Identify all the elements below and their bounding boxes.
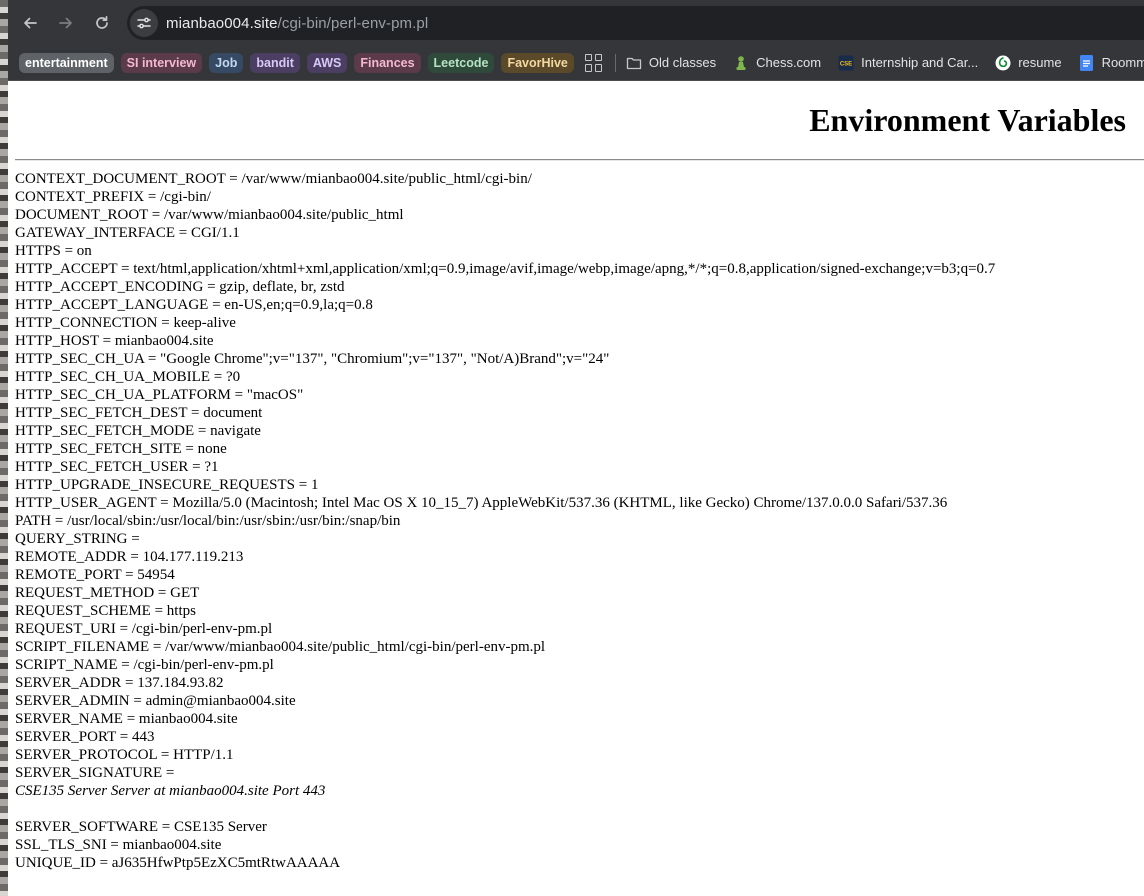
env-var-list: CONTEXT_DOCUMENT_ROOT = /var/www/mianbao… bbox=[15, 170, 995, 872]
bookmark-resume[interactable]: resume bbox=[995, 55, 1062, 71]
env-var-line: HTTP_SEC_FETCH_USER = ?1 bbox=[15, 459, 219, 475]
url-text[interactable]: mianbao004.site/cgi-bin/perl-env-pm.pl bbox=[166, 15, 428, 32]
bookmark-chip-si-interview[interactable]: SI interview bbox=[120, 52, 203, 73]
bookmark-chip-leetcode[interactable]: Leetcode bbox=[427, 52, 495, 73]
env-var-line: HTTP_USER_AGENT = Mozilla/5.0 (Macintosh… bbox=[15, 495, 948, 511]
bookmarks-bar: entertainment SI interview Job bandit AW… bbox=[0, 45, 1144, 81]
env-var-line: SERVER_PORT = 443 bbox=[15, 729, 155, 745]
env-var-line: CONTEXT_DOCUMENT_ROOT = /var/www/mianbao… bbox=[15, 171, 532, 187]
env-var-line: HTTP_SEC_CH_UA_MOBILE = ?0 bbox=[15, 369, 241, 385]
url-path: /cgi-bin/perl-env-pm.pl bbox=[277, 14, 429, 32]
tune-icon bbox=[137, 17, 151, 29]
cse-logo-icon: CSE bbox=[838, 55, 854, 71]
back-button[interactable] bbox=[15, 8, 45, 38]
env-var-line: REMOTE_ADDR = 104.177.119.213 bbox=[15, 549, 244, 565]
bookmark-chip-finances[interactable]: Finances bbox=[354, 52, 421, 73]
google-docs-icon bbox=[1079, 54, 1095, 71]
bookmark-label: Roomma bbox=[1101, 55, 1144, 70]
env-var-line: SCRIPT_FILENAME = /var/www/mianbao004.si… bbox=[15, 639, 546, 655]
env-var-line: HTTP_SEC_FETCH_SITE = none bbox=[15, 441, 227, 457]
bookmark-internship[interactable]: CSE Internship and Car... bbox=[838, 55, 978, 71]
env-var-line: REMOTE_PORT = 54954 bbox=[15, 567, 175, 583]
bookmark-roommates[interactable]: Roomma bbox=[1079, 54, 1144, 71]
env-var-line: SSL_TLS_SNI = mianbao004.site bbox=[15, 837, 222, 853]
env-var-line: SERVER_PROTOCOL = HTTP/1.1 bbox=[15, 747, 234, 763]
env-var-line: HTTP_SEC_FETCH_MODE = navigate bbox=[15, 423, 261, 439]
env-var-line: SERVER_SOFTWARE = CSE135 Server bbox=[15, 819, 267, 835]
env-var-line: HTTP_ACCEPT_LANGUAGE = en-US,en;q=0.9,la… bbox=[15, 297, 373, 313]
env-var-line: REQUEST_SCHEME = https bbox=[15, 603, 196, 619]
url-host: mianbao004.site bbox=[166, 14, 278, 32]
env-var-line: HTTP_ACCEPT = text/html,application/xhtm… bbox=[15, 261, 996, 277]
svg-text:CSE: CSE bbox=[840, 61, 852, 67]
overleaf-icon bbox=[995, 55, 1011, 71]
reload-button[interactable] bbox=[87, 8, 117, 38]
bookmark-chip-entertainment[interactable]: entertainment bbox=[19, 52, 114, 73]
env-var-line: SERVER_ADMIN = admin@mianbao004.site bbox=[15, 693, 296, 709]
chess-pawn-icon bbox=[733, 55, 749, 71]
bookmark-chip-job[interactable]: Job bbox=[209, 52, 244, 73]
desktop-background-strip bbox=[0, 0, 8, 896]
bookmarks-separator bbox=[614, 53, 616, 72]
env-var-line: HTTP_HOST = mianbao004.site bbox=[15, 333, 214, 349]
env-var-line: HTTP_SEC_FETCH_DEST = document bbox=[15, 405, 263, 421]
env-var-line: REQUEST_METHOD = GET bbox=[15, 585, 200, 601]
address-bar[interactable]: mianbao004.site/cgi-bin/perl-env-pm.pl bbox=[127, 6, 1144, 40]
apps-grid-icon[interactable] bbox=[584, 53, 603, 72]
env-var-line: QUERY_STRING = bbox=[15, 531, 140, 547]
blank-line bbox=[15, 800, 995, 818]
env-var-line: SERVER_NAME = mianbao004.site bbox=[15, 711, 238, 727]
site-info-button[interactable] bbox=[130, 9, 158, 37]
horizontal-rule bbox=[15, 159, 1144, 161]
env-var-line: HTTP_SEC_CH_UA_PLATFORM = "macOS" bbox=[15, 387, 304, 403]
env-var-line: CONTEXT_PREFIX = /cgi-bin/ bbox=[15, 189, 211, 205]
env-var-line: HTTP_SEC_CH_UA = "Google Chrome";v="137"… bbox=[15, 351, 610, 367]
page-content: Environment Variables CONTEXT_DOCUMENT_R… bbox=[0, 81, 1144, 896]
env-var-line: UNIQUE_ID = aJ635HfwPtp5EzXC5mtRtwAAAAA bbox=[15, 855, 341, 871]
env-var-line: DOCUMENT_ROOT = /var/www/mianbao004.site… bbox=[15, 207, 404, 223]
folder-icon bbox=[626, 55, 642, 71]
bookmark-chip-aws[interactable]: AWS bbox=[306, 52, 348, 73]
env-var-line: HTTP_UPGRADE_INSECURE_REQUESTS = 1 bbox=[15, 477, 319, 493]
bookmark-label: Old classes bbox=[648, 55, 717, 70]
bookmark-old-classes[interactable]: Old classes bbox=[626, 55, 716, 71]
arrow-left-icon bbox=[24, 17, 37, 28]
forward-button[interactable] bbox=[51, 8, 81, 38]
bookmark-chip-favorhive[interactable]: FavorHive bbox=[501, 52, 574, 73]
env-var-line: GATEWAY_INTERFACE = CGI/1.1 bbox=[15, 225, 240, 241]
env-var-line: PATH = /usr/local/sbin:/usr/local/bin:/u… bbox=[15, 513, 401, 529]
bookmark-label: Chess.com bbox=[756, 55, 822, 70]
server-signature-value: CSE135 Server Server at mianbao004.site … bbox=[15, 783, 326, 799]
env-var-line: HTTP_CONNECTION = keep-alive bbox=[15, 315, 236, 331]
browser-toolbar: mianbao004.site/cgi-bin/perl-env-pm.pl bbox=[0, 0, 1144, 45]
env-var-line: REQUEST_URI = /cgi-bin/perl-env-pm.pl bbox=[15, 621, 273, 637]
env-var-line: SCRIPT_NAME = /cgi-bin/perl-env-pm.pl bbox=[15, 657, 274, 673]
bookmark-chip-bandit[interactable]: bandit bbox=[250, 52, 300, 73]
page-title: Environment Variables bbox=[809, 102, 1126, 138]
arrow-right-icon bbox=[59, 17, 72, 28]
reload-icon bbox=[96, 15, 108, 29]
bookmark-label: Internship and Car... bbox=[861, 55, 979, 70]
env-var-line: HTTP_ACCEPT_ENCODING = gzip, deflate, br… bbox=[15, 279, 345, 295]
bookmark-chess-com[interactable]: Chess.com bbox=[733, 55, 821, 71]
env-var-line: SERVER_ADDR = 137.184.93.82 bbox=[15, 675, 224, 691]
env-var-line: HTTPS = on bbox=[15, 243, 92, 259]
env-var-line: SERVER_SIGNATURE = bbox=[15, 765, 175, 781]
bookmark-label: resume bbox=[1018, 55, 1062, 70]
